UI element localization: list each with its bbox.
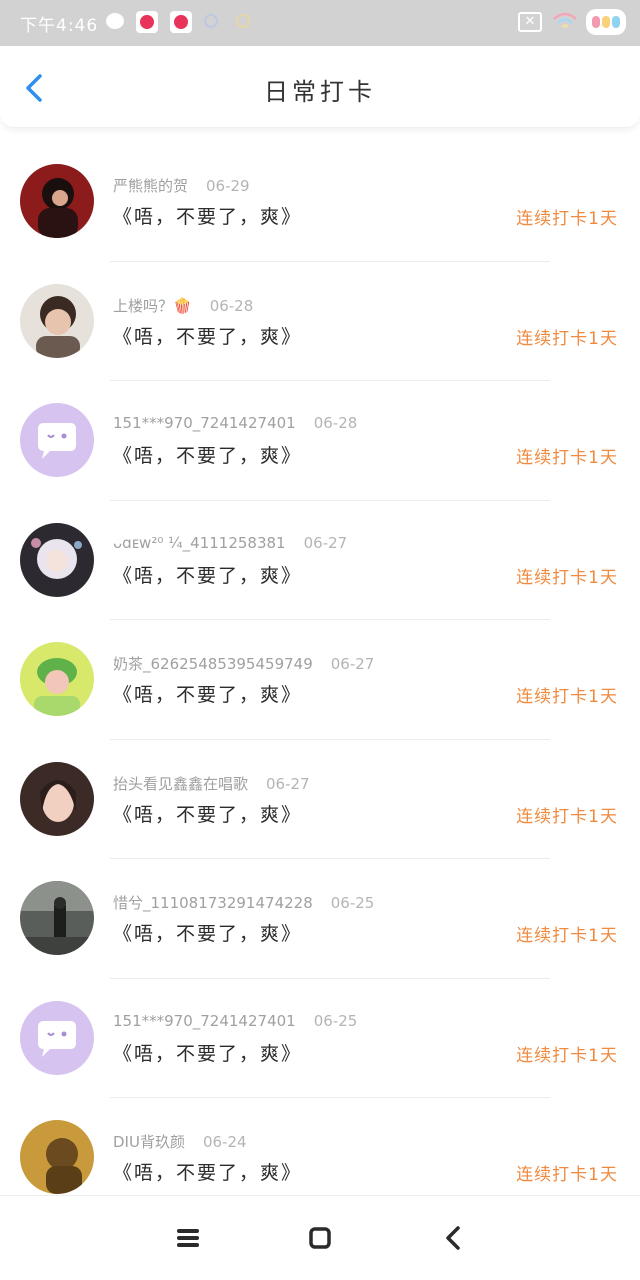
streak-label: 连续打卡1天 (516, 567, 618, 588)
list-item[interactable]: 奶茶_626254853954597​49 06-27 《唔，不要了，爽》 连续打… (0, 620, 640, 740)
checkin-message: 《唔，不要了，爽》 (113, 684, 303, 706)
user-name-line: 惜兮_1110817329147​4228 06-25 (113, 892, 374, 913)
title-bar: 日常打卡 (0, 46, 640, 128)
list-item[interactable]: 严熊熊的贺 06-29 《唔，不要了，爽》 连续打卡1天 (0, 142, 640, 262)
streak-label: 连续打卡1天 (516, 209, 618, 229)
streak-label: 连续打卡1天 (516, 806, 618, 827)
app-notification-icon (170, 11, 192, 33)
streak-label: 连续打卡1天 (516, 328, 618, 349)
user-name: 惜兮_1110817329147​4228 (113, 894, 313, 912)
gear-icon (204, 14, 218, 28)
list-item[interactable]: DIU背玖颜 06-24 《唔，不要了，爽》 连续打卡1天 (0, 1098, 640, 1194)
avatar[interactable] (20, 642, 94, 716)
user-name: 奶茶_626254853954597​49 (113, 655, 313, 673)
user-name: 上楼吗？🍿 (113, 296, 192, 315)
user-name: ᴗɑᴇw²⁰ ¼_4111258381 (113, 533, 286, 552)
streak-label: 连续打卡1天 (516, 926, 618, 946)
user-name-line: 奶茶_626254853954597​49 06-27 (113, 653, 374, 674)
streak-label: 连续打卡1天 (516, 1045, 618, 1066)
checkin-date: 06-27 (266, 774, 310, 793)
list-item[interactable]: 151***970_7241427401 06-28 《唔，不要了，爽》 连续打卡… (0, 381, 640, 501)
user-name: 151***970_7241427401 (113, 1011, 296, 1030)
checkin-date: 06-27 (303, 533, 348, 552)
user-name-line: 严熊熊的贺 06-29 (113, 175, 250, 196)
user-name: 151***970_7241427401 (113, 414, 296, 432)
status-time: 下午4:46 (20, 16, 99, 36)
avatar[interactable] (20, 522, 94, 597)
checkin-date: 06-25 (330, 894, 375, 912)
avatar[interactable] (20, 403, 94, 477)
streak-label: 连续打卡1天 (516, 1165, 618, 1185)
checkin-date: 06-24 (202, 1133, 247, 1151)
menu-icon[interactable] (172, 1222, 204, 1254)
user-name-line: 上楼吗？🍿 06-28 (113, 295, 253, 316)
app-notification-icon (136, 11, 158, 33)
battery-icon (586, 9, 626, 35)
avatar[interactable] (20, 761, 94, 836)
list-item[interactable]: 抬头看见鑫鑫在唱歌 06-27 《唔，不要了，爽》 连续打卡1天 (0, 740, 640, 860)
chat-bubble-icon (106, 13, 124, 29)
list-item[interactable]: ᴗɑᴇw²⁰ ¼_4111258381 06-27 《唔，不要了，爽》 连续打卡1… (0, 501, 640, 621)
checkin-message: 《唔，不要了，爽》 (113, 1162, 303, 1184)
checkin-message: 《唔，不要了，爽》 (113, 1042, 303, 1065)
avatar[interactable] (20, 1000, 94, 1075)
checkin-list: 严熊熊的贺 06-29 《唔，不要了，爽》 连续打卡1天 上楼吗？🍿 06-28 《… (0, 142, 640, 1194)
user-name-line: DIU背玖颜 06-24 (113, 1131, 247, 1152)
avatar[interactable] (20, 881, 94, 955)
home-icon[interactable] (304, 1222, 336, 1254)
avatar[interactable] (20, 1120, 94, 1194)
list-item[interactable]: 惜兮_1110817329147​4228 06-25 《唔，不要了，爽》 连续打… (0, 859, 640, 979)
checkin-message: 《唔，不要了，爽》 (113, 445, 303, 467)
checkin-message: 《唔，不要了，爽》 (113, 564, 303, 587)
sim-off-icon: ✕ (518, 12, 542, 32)
user-name: DIU背玖颜 (113, 1133, 185, 1151)
user-name: 严熊熊的贺 (113, 177, 189, 195)
user-name-line: ᴗɑᴇw²⁰ ¼_4111258381 06-27 (113, 534, 347, 552)
list-item[interactable]: 151***970_7241427401 06-25 《唔，不要了，爽》 连续打卡… (0, 979, 640, 1099)
checkin-date: 06-28 (313, 414, 358, 432)
checkin-date: 06-29 (206, 177, 250, 195)
avatar[interactable] (20, 283, 94, 358)
system-nav-bar (0, 1195, 640, 1280)
checkin-message: 《唔，不要了，爽》 (113, 923, 303, 945)
user-name-line: 151***970_7241427401 06-25 (113, 1012, 357, 1030)
status-bar: 下午4:46 ✕ (0, 0, 640, 46)
checkin-date: 06-27 (330, 655, 375, 673)
wifi-icon (553, 12, 577, 28)
checkin-message: 《唔，不要了，爽》 (113, 803, 303, 826)
checkin-date: 06-25 (313, 1011, 358, 1030)
checkin-date: 06-28 (209, 296, 254, 315)
gear-icon (236, 14, 250, 28)
back-icon[interactable] (438, 1222, 470, 1254)
page-title: 日常打卡 (264, 78, 376, 106)
checkin-message: 《唔，不要了，爽》 (113, 325, 303, 348)
avatar[interactable] (20, 164, 94, 238)
list-item[interactable]: 上楼吗？🍿 06-28 《唔，不要了，爽》 连续打卡1天 (0, 262, 640, 382)
user-name: 抬头看见鑫鑫在唱歌 (113, 774, 249, 793)
streak-label: 连续打卡1天 (516, 448, 618, 468)
user-name-line: 抬头看见鑫鑫在唱歌 06-27 (113, 773, 310, 794)
streak-label: 连续打卡1天 (516, 687, 618, 707)
checkin-message: 《唔，不要了，爽》 (113, 206, 303, 228)
user-name-line: 151***970_7241427401 06-28 (113, 414, 357, 432)
